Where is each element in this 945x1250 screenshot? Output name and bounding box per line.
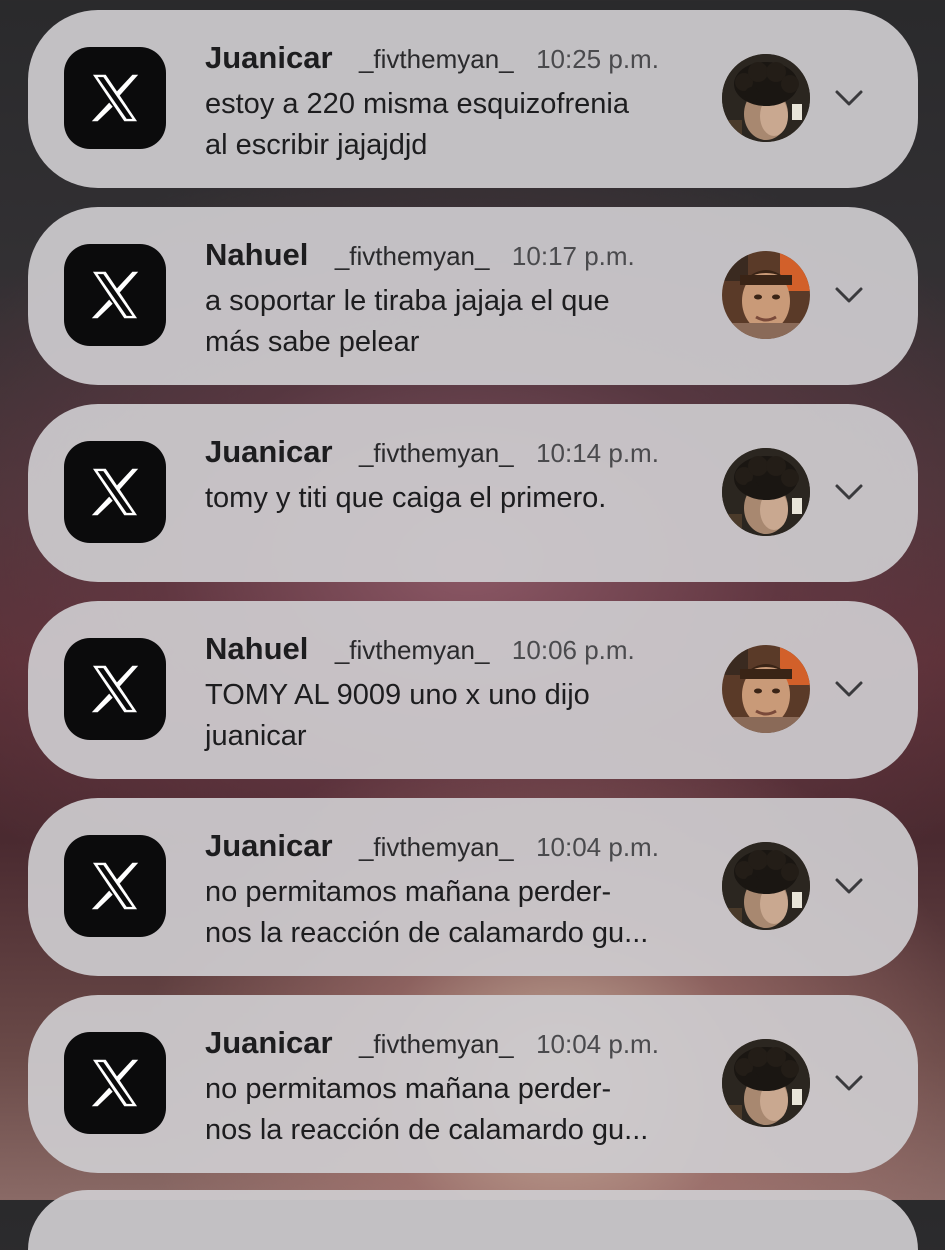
chevron-down-icon[interactable] [834,82,864,112]
juanicar-avatar [722,1039,810,1127]
account-handle: _fivthemyan_ [358,1029,514,1059]
juanicar-avatar [722,54,810,142]
chevron-down-icon[interactable] [834,1067,864,1097]
timestamp: 10:04 p.m. [536,1029,659,1059]
message-text: tomy y titi que caiga el primero. [205,482,607,514]
chevron-down-icon[interactable] [834,279,864,309]
sender-name: Nahuel [205,237,309,272]
juanicar-avatar [722,842,810,930]
x-logo-icon [64,244,166,346]
notification-header: Nahuel _fivthemyan_ 10:06 p.m. [205,629,635,669]
notification-header: Nahuel _fivthemyan_ 10:17 p.m. [205,235,635,275]
notification-card[interactable]: Juanicar _fivthemyan_ 10:14 p.m. tomy y … [28,404,918,582]
account-handle: _fivthemyan_ [334,241,490,271]
notification-header: Juanicar _fivthemyan_ 10:14 p.m. [205,432,659,472]
notification-header: Juanicar _fivthemyan_ 10:04 p.m. [205,1023,659,1063]
sender-name: Juanicar [205,434,333,469]
account-handle: _fivthemyan_ [358,438,514,468]
notification-card[interactable]: Juanicar _fivthemyan_ 10:04 p.m. no perm… [28,798,918,976]
sender-name: Nahuel [205,631,309,666]
message-text: TOMY AL 9009 uno x uno dijo juanicar [205,679,590,752]
notification-card[interactable]: Juanicar _fivthemyan_ 10:04 p.m. no perm… [28,995,918,1173]
chevron-down-icon[interactable] [834,870,864,900]
message-text: a soportar le tiraba jajaja el que más s… [205,285,610,358]
nahuel-avatar [722,251,810,339]
message-text: no permitamos mañana perder- nos la reac… [205,1073,649,1146]
x-logo-icon [64,638,166,740]
sender-name: Juanicar [205,40,333,75]
juanicar-avatar [722,448,810,536]
notification-header: Juanicar _fivthemyan_ 10:04 p.m. [205,826,659,866]
x-logo-icon [64,47,166,149]
account-handle: _fivthemyan_ [358,44,514,74]
message-text: estoy a 220 misma esquizofrenia al escri… [205,88,629,161]
account-handle: _fivthemyan_ [334,635,490,665]
notification-list: Juanicar _fivthemyan_ 10:25 p.m. estoy a… [0,0,945,1250]
chevron-down-icon[interactable] [834,476,864,506]
timestamp: 10:04 p.m. [536,832,659,862]
timestamp: 10:17 p.m. [511,241,635,271]
timestamp: 10:06 p.m. [511,635,635,665]
chevron-down-icon[interactable] [834,673,864,703]
notification-card-partial[interactable] [28,1190,918,1250]
notification-card[interactable]: Nahuel _fivthemyan_ 10:17 p.m. a soporta… [28,207,918,385]
x-logo-icon [64,835,166,937]
notification-header: Juanicar _fivthemyan_ 10:25 p.m. [205,38,659,78]
message-text: no permitamos mañana perder- nos la reac… [205,876,649,949]
notification-card[interactable]: Juanicar _fivthemyan_ 10:25 p.m. estoy a… [28,10,918,188]
timestamp: 10:14 p.m. [536,438,659,468]
nahuel-avatar [722,645,810,733]
timestamp: 10:25 p.m. [536,44,659,74]
account-handle: _fivthemyan_ [358,832,514,862]
sender-name: Juanicar [205,828,333,863]
notification-card[interactable]: Nahuel _fivthemyan_ 10:06 p.m. TOMY AL 9… [28,601,918,779]
sender-name: Juanicar [205,1025,333,1060]
x-logo-icon [64,441,166,543]
x-logo-icon [64,1032,166,1134]
